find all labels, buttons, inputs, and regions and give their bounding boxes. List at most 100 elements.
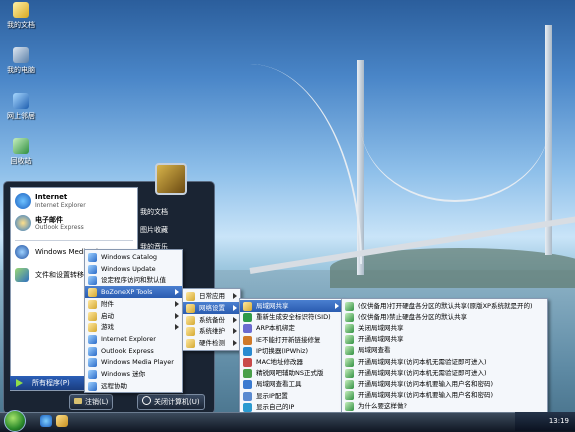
tools-menu-item[interactable]: 系统维护 — [183, 325, 240, 337]
programs-menu-item[interactable]: BoZoneXP Tools — [85, 286, 182, 299]
folder-icon — [186, 292, 195, 301]
programs-menu-item-label: BoZoneXP Tools — [101, 288, 153, 297]
programs-menu-item-label: 远程协助 — [101, 381, 127, 390]
share-item-icon — [345, 357, 354, 367]
desktop-icon-label: 我的电脑 — [7, 66, 35, 74]
all-programs-label: 所有程序(P) — [32, 379, 70, 387]
network-menu-item[interactable]: 局域网共享 — [240, 300, 342, 312]
messenger-icon — [88, 370, 97, 379]
pinned-subtitle: Outlook Express — [35, 224, 84, 231]
remote-icon — [88, 381, 97, 391]
network-menu-item-label: 精锐网吧辅助NS正式版 — [256, 369, 324, 378]
start-button[interactable] — [4, 410, 26, 432]
pinned-email[interactable]: 电子邮件 Outlook Express — [15, 215, 135, 235]
programs-menu-item[interactable]: Windows Media Player — [85, 356, 182, 368]
media-player-icon — [88, 358, 97, 368]
shutdown-label: 关闭计算机(U) — [154, 398, 200, 406]
shutdown-button[interactable]: 关闭计算机(U) — [137, 394, 205, 410]
programs-menu-item[interactable]: 启动 — [85, 310, 182, 322]
tools-menu-item-label: 系统维护 — [199, 327, 225, 336]
network-menu-item[interactable]: IP切换器(IPWhiz) — [240, 345, 342, 357]
ie-icon — [15, 193, 31, 209]
desktop-icon-my-computer[interactable]: 我的电脑 — [0, 47, 42, 75]
defaults-icon — [88, 276, 97, 286]
user-avatar[interactable] — [155, 163, 187, 195]
programs-menu-item[interactable]: Windows 迷你 — [85, 368, 182, 380]
programs-menu-item[interactable]: 远程协助 — [85, 380, 182, 392]
power-icon — [142, 396, 151, 405]
folder-icon — [88, 288, 97, 298]
logoff-label: 注销(L) — [85, 398, 109, 406]
network-menu-item[interactable]: 局域网查看工具 — [240, 378, 342, 390]
right-link-my-pictures[interactable]: 图片收藏 — [140, 223, 210, 237]
network-menu-item-label: 重新生成安全标识符(SID) — [256, 313, 331, 322]
lan-share-menu: (仅供备用)打开硬盘各分区的默认共享(原版XP系统就是开的) (仅供备用)禁止硬盘… — [341, 298, 548, 413]
network-menu-item-label: IE不能打开新链接修复 — [256, 335, 321, 344]
tool-icon — [243, 346, 252, 356]
taskbar-clock[interactable]: 13:19 — [549, 417, 569, 425]
programs-menu-item[interactable]: Windows Update — [85, 263, 182, 275]
network-menu-item-label: 显示自己的IP — [256, 402, 295, 411]
desktop-icon-recycle-bin[interactable]: 回收站 — [0, 138, 42, 166]
network-menu-item-label: MAC地址修改器 — [256, 358, 303, 366]
network-menu-item[interactable]: IE不能打开新链接修复 — [240, 334, 342, 346]
share-item-icon — [345, 390, 354, 400]
arrow-right-icon — [16, 379, 23, 387]
programs-menu-item-label: 启动 — [101, 311, 114, 320]
lan-share-menu-item-label: 为什么要这样做? — [358, 401, 407, 410]
tools-menu-item-label: 网络设置 — [199, 303, 225, 312]
network-menu-item[interactable]: 精锐网吧辅助NS正式版 — [240, 367, 342, 379]
programs-menu-item[interactable]: 附件 — [85, 298, 182, 310]
network-menu-item-label: 局域网查看工具 — [256, 380, 302, 389]
quick-launch-ie-icon[interactable] — [40, 415, 52, 427]
tool-icon — [243, 391, 252, 401]
programs-menu-item-label: Outlook Express — [101, 346, 154, 355]
programs-menu-item[interactable]: Internet Explorer — [85, 333, 182, 345]
bridge-cable — [360, 40, 550, 202]
share-item-icon — [345, 302, 354, 311]
submenu-arrow-icon — [175, 289, 179, 296]
catalog-icon — [88, 253, 97, 262]
programs-menu-item[interactable]: 设定程序访问和默认值 — [85, 274, 182, 286]
submenu-arrow-icon — [233, 340, 237, 347]
share-item-icon — [345, 335, 354, 345]
submenu-arrow-icon — [233, 293, 237, 299]
desktop-icon-my-documents[interactable]: 我的文档 — [0, 2, 42, 30]
network-menu-item[interactable]: 重新生成安全标识符(SID) — [240, 311, 342, 323]
documents-folder-icon — [13, 2, 29, 18]
logoff-button[interactable]: 注销(L) — [69, 394, 114, 410]
programs-menu-item-label: 设定程序访问和默认值 — [101, 276, 166, 285]
programs-menu-item[interactable]: Outlook Express — [85, 345, 182, 357]
network-menu-item-label: ARP本机绑定 — [256, 324, 295, 333]
tools-menu-item[interactable]: 网络设置 — [183, 301, 240, 314]
lan-share-menu-item[interactable]: 为什么要这样做? — [342, 400, 547, 412]
tools-menu-item[interactable]: 日常应用 — [183, 290, 240, 302]
network-menu-item[interactable]: 显示IP配置 — [240, 390, 342, 402]
network-menu-item[interactable]: MAC地址修改器 — [240, 356, 342, 368]
network-menu-item-label: 局域网共享 — [256, 302, 289, 310]
network-menu-item-label: 显示IP配置 — [256, 391, 288, 400]
tools-menu-item-label: 硬件检测 — [199, 339, 225, 348]
network-icon — [13, 93, 29, 109]
desktop-icon-network[interactable]: 网上邻居 — [0, 93, 42, 121]
programs-menu-item-label: Windows Catalog — [101, 253, 158, 261]
network-menu-item[interactable]: ARP本机绑定 — [240, 322, 342, 334]
quick-launch-folder-icon[interactable] — [56, 415, 68, 427]
tool-icon — [243, 324, 252, 334]
programs-menu-item[interactable]: Windows Catalog — [85, 251, 182, 263]
right-link-my-documents[interactable]: 我的文档 — [140, 205, 210, 219]
network-settings-menu: 局域网共享重新生成安全标识符(SID) ARP本机绑定 IE不能打开新链接修复 IP切… — [239, 298, 343, 425]
key-icon — [74, 398, 82, 404]
tool-icon — [243, 380, 252, 390]
tools-menu-item-label: 系统备份 — [199, 315, 225, 324]
folder-icon — [186, 303, 195, 313]
programs-menu-item-label: Windows Media Player — [101, 358, 174, 367]
tools-menu-item[interactable]: 系统备份 — [183, 314, 240, 326]
network-menu-item[interactable]: 显示自己的IP — [240, 401, 342, 413]
programs-menu-item[interactable]: 游戏 — [85, 321, 182, 333]
mail-icon — [88, 346, 97, 356]
folder-icon — [88, 299, 97, 309]
tools-menu-item[interactable]: 硬件检测 — [183, 337, 240, 349]
media-player-icon — [15, 245, 29, 259]
pinned-internet[interactable]: Internet Internet Explorer — [15, 193, 135, 213]
